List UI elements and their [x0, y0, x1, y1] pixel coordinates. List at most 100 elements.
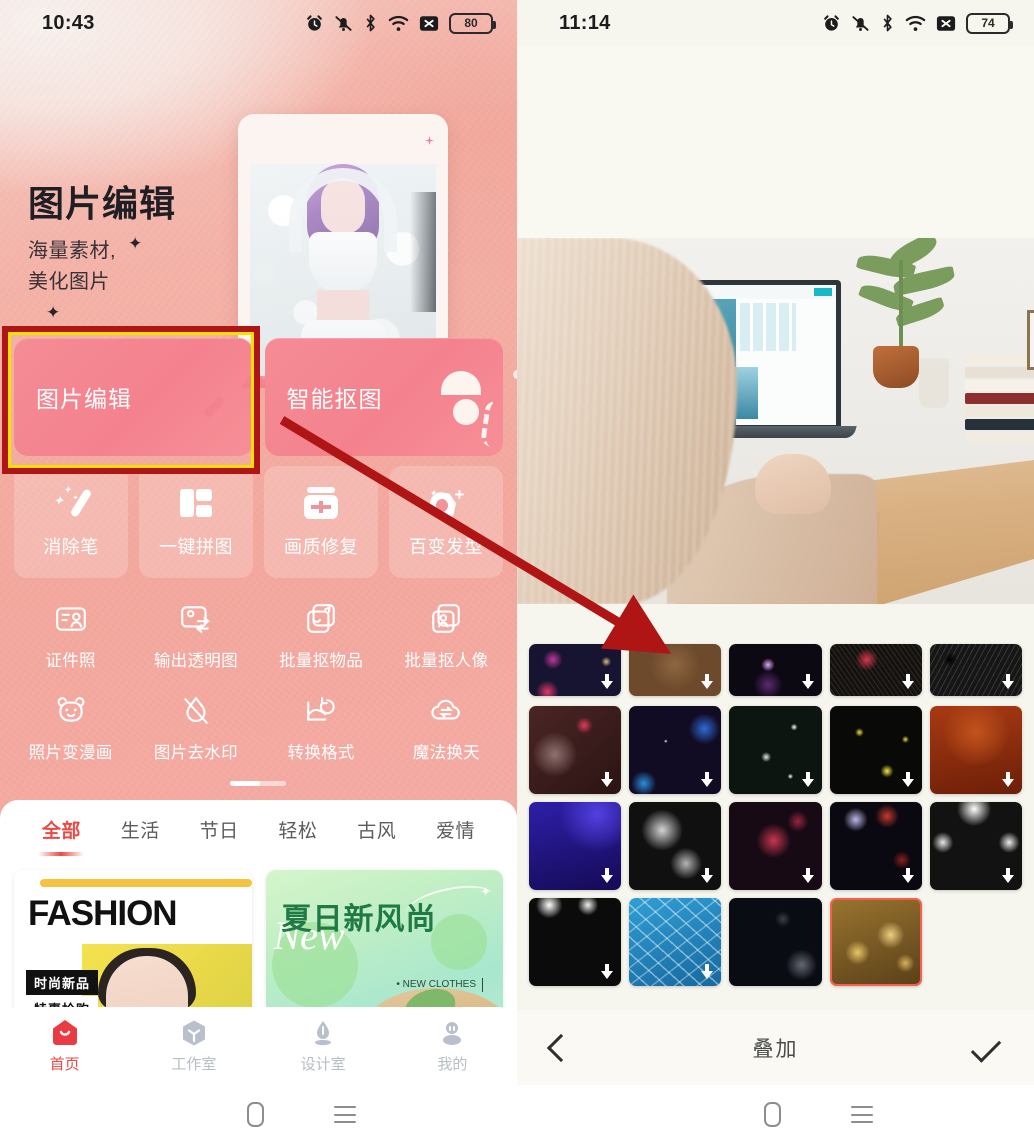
download-icon[interactable]: [901, 772, 914, 787]
download-icon[interactable]: [701, 868, 714, 883]
feature-tile-label: 百变发型: [409, 536, 483, 557]
tool-sky-replace[interactable]: 魔法换天: [384, 688, 509, 780]
tool-batch-object-cutout[interactable]: 批量抠物品: [259, 596, 384, 688]
download-icon[interactable]: [601, 868, 614, 883]
back-triangle-icon[interactable]: [664, 1104, 693, 1126]
bluetooth-icon: [883, 14, 892, 32]
wifi-icon: [905, 15, 926, 31]
battery-icon: 74: [966, 12, 1013, 34]
overlay-thumb[interactable]: [529, 644, 622, 696]
wifi-icon: [388, 15, 409, 31]
tool-label: 照片变漫画: [28, 744, 113, 762]
download-icon[interactable]: [1001, 772, 1014, 787]
tool-label: 图片去水印: [153, 744, 238, 762]
nav-item-home[interactable]: 首页: [0, 1019, 129, 1074]
right-android-nav: [517, 1085, 1034, 1144]
download-icon[interactable]: [901, 868, 914, 883]
category-tab-life[interactable]: 生活: [101, 816, 180, 843]
overlay-thumb[interactable]: [829, 706, 922, 794]
batch-portrait-cutout-icon: [432, 604, 461, 633]
tool-format-convert[interactable]: 转换格式: [259, 688, 384, 780]
download-icon[interactable]: [801, 674, 814, 689]
feature-tile-eraser[interactable]: ✦ ✦ ✦ 消除笔: [14, 466, 128, 578]
workshop-cube-icon: [180, 1019, 208, 1047]
primary-action-image-edit[interactable]: 图片编辑: [14, 338, 253, 456]
nav-item-label: 工作室: [171, 1056, 217, 1073]
menu-lines-icon[interactable]: [334, 1106, 357, 1123]
overlay-thumb[interactable]: [929, 644, 1022, 696]
menu-lines-icon[interactable]: [851, 1106, 874, 1123]
editor-preview-image[interactable]: [517, 238, 1034, 604]
overlay-thumb[interactable]: [729, 706, 822, 794]
nav-item-design[interactable]: 设计室: [259, 1019, 388, 1074]
overlay-thumb[interactable]: [529, 802, 622, 890]
hero-banner[interactable]: 图片编辑 海量素材, 美化图片 ✦ ✦: [0, 46, 517, 379]
feature-tile-collage[interactable]: 一键拼图: [139, 466, 253, 578]
download-icon[interactable]: [601, 674, 614, 689]
overlay-thumb[interactable]: [729, 898, 822, 986]
overlay-thumb[interactable]: [529, 706, 622, 794]
overlay-thumb-selected[interactable]: [829, 898, 922, 986]
tool-transparent-export[interactable]: 输出透明图: [133, 596, 258, 688]
nav-item-label: 我的: [437, 1056, 468, 1073]
category-tab-all[interactable]: 全部: [22, 816, 101, 843]
tool-id-photo[interactable]: 证件照: [8, 596, 133, 688]
download-icon[interactable]: [601, 964, 614, 979]
hero-photo-card[interactable]: [238, 114, 448, 376]
tool-row-1: 证件照 输出透明图 批量抠物品 批量抠人像: [0, 596, 517, 688]
overlay-thumb[interactable]: [629, 802, 722, 890]
tool-cartoonify[interactable]: 照片变漫画: [8, 688, 133, 780]
template-tag-top: 时尚新品: [26, 970, 99, 995]
primary-action-smart-cutout[interactable]: 智能抠图: [264, 338, 509, 456]
category-tab-holiday[interactable]: 节日: [180, 816, 259, 843]
right-status-bar: 11:14 74: [517, 0, 1034, 46]
overlay-thumb[interactable]: [829, 644, 922, 696]
overlay-thumb[interactable]: [829, 802, 922, 890]
tool-watermark-remove[interactable]: 图片去水印: [133, 688, 258, 780]
download-icon[interactable]: [801, 868, 814, 883]
category-tab-love[interactable]: 爱情: [416, 816, 495, 843]
quality-repair-icon: [303, 486, 339, 520]
home-pill-icon[interactable]: [246, 1102, 264, 1127]
home-pill-icon[interactable]: [763, 1102, 781, 1127]
sparkle-icon: ✦: [46, 303, 61, 322]
overlay-thumb[interactable]: [929, 706, 1022, 794]
tool-label: 批量抠物品: [279, 652, 364, 670]
download-icon[interactable]: [901, 674, 914, 689]
left-bottom-nav: 首页 工作室 设计室 我的: [0, 1007, 517, 1085]
hairstyle-icon: + ✦: [428, 486, 464, 520]
category-tab-casual[interactable]: 轻松: [258, 816, 337, 843]
download-icon[interactable]: [701, 674, 714, 689]
overlay-thumb[interactable]: [629, 898, 722, 986]
overlay-thumb[interactable]: [729, 802, 822, 890]
tool-batch-portrait-cutout[interactable]: 批量抠人像: [384, 596, 509, 688]
tools-scroll-indicator[interactable]: [230, 781, 286, 786]
left-android-nav: [0, 1085, 517, 1144]
download-icon[interactable]: [701, 772, 714, 787]
feature-tile-quality-repair[interactable]: 画质修复: [264, 466, 378, 578]
back-triangle-icon[interactable]: [147, 1104, 176, 1126]
nav-item-profile[interactable]: 我的: [388, 1019, 517, 1074]
cartoonify-icon: [57, 697, 85, 722]
status-icons: 74: [822, 12, 1013, 34]
download-icon[interactable]: [601, 772, 614, 787]
overlay-thumb[interactable]: [629, 706, 722, 794]
download-icon[interactable]: [1001, 674, 1014, 689]
nav-item-workshop[interactable]: 工作室: [129, 1019, 258, 1074]
tool-row-2: 照片变漫画 图片去水印 转换格式 魔法换天: [0, 688, 517, 780]
download-icon[interactable]: [1001, 868, 1014, 883]
overlay-thumb[interactable]: [629, 644, 722, 696]
overlay-thumb[interactable]: [729, 644, 822, 696]
sparkle-icon: ✦: [480, 884, 491, 899]
hero-subtitle: 海量素材, 美化图片: [28, 236, 116, 298]
download-icon[interactable]: [801, 772, 814, 787]
category-tab-vintage[interactable]: 古风: [337, 816, 416, 843]
overlay-thumb[interactable]: [929, 802, 1022, 890]
template-title: 夏日新风尚: [281, 903, 437, 936]
right-phone-screen: 11:14 74 叠加: [517, 0, 1034, 1144]
download-icon[interactable]: [701, 964, 714, 979]
tool-label: 证件照: [45, 652, 96, 670]
overlay-thumb[interactable]: [529, 898, 622, 986]
feature-tile-hairstyle[interactable]: + ✦ 百变发型: [389, 466, 503, 578]
overlay-thumb-grid-wide: [517, 644, 1034, 696]
